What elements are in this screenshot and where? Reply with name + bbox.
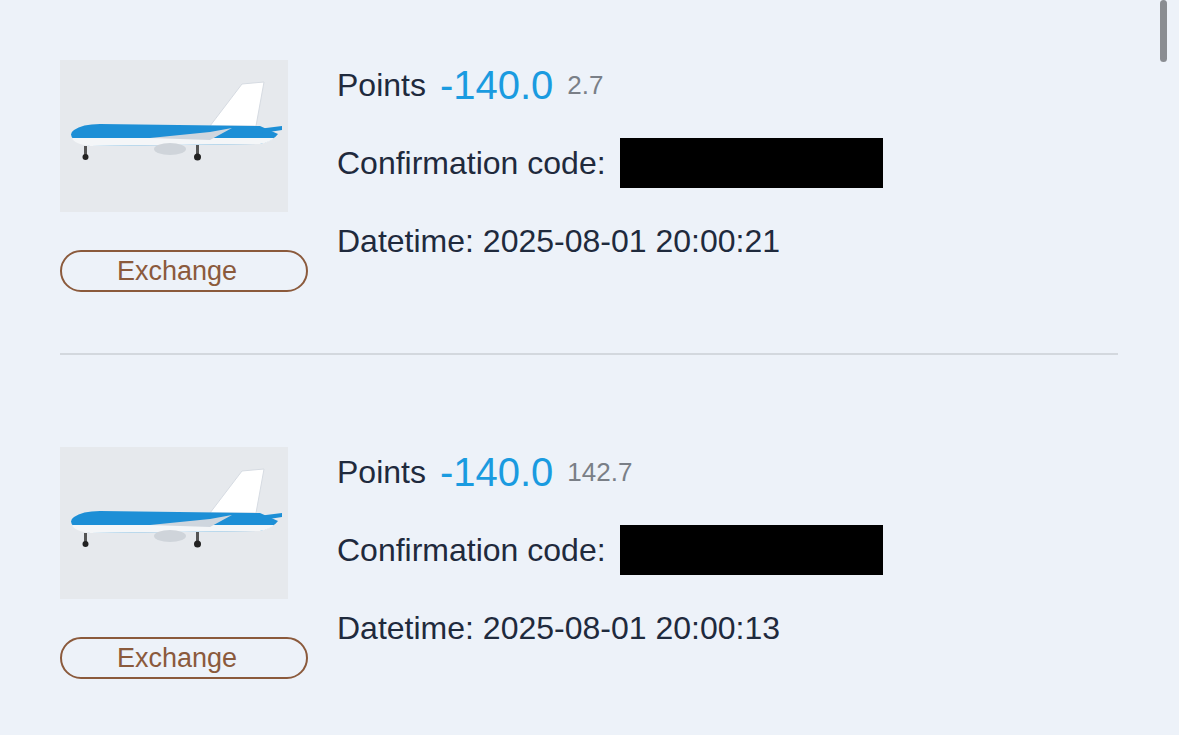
plane-photo [60, 447, 288, 599]
exchange-button[interactable]: Exchange [60, 250, 308, 292]
exchange-history: Exchange Points -140.0 2.7 Confirmation … [0, 0, 1179, 735]
redacted-box [620, 138, 883, 188]
record-left: Exchange [60, 447, 308, 679]
points-value: -140.0 [440, 63, 553, 108]
exchange-record: Exchange Points -140.0 142.7 Confirmatio… [60, 355, 1118, 679]
redacted-box [620, 525, 883, 575]
points-label: Points [337, 454, 426, 491]
airplane-icon [60, 447, 288, 599]
datetime-label: Datetime: 2025-08-01 20:00:13 [337, 610, 780, 647]
plane-photo [60, 60, 288, 212]
points-balance: 142.7 [567, 457, 632, 488]
points-value: -140.0 [440, 450, 553, 495]
airplane-icon [60, 60, 288, 212]
points-line: Points -140.0 2.7 [337, 60, 883, 110]
points-label: Points [337, 67, 426, 104]
record-info: Points -140.0 142.7 Confirmation code: D… [337, 447, 883, 679]
datetime-label: Datetime: 2025-08-01 20:00:21 [337, 223, 780, 260]
exchange-record: Exchange Points -140.0 2.7 Confirmation … [60, 0, 1118, 355]
datetime-line: Datetime: 2025-08-01 20:00:21 [337, 216, 883, 266]
confirmation-label: Confirmation code: [337, 532, 606, 569]
record-info: Points -140.0 2.7 Confirmation code: Dat… [337, 60, 883, 292]
exchange-button[interactable]: Exchange [60, 637, 308, 679]
confirmation-label: Confirmation code: [337, 145, 606, 182]
points-balance: 2.7 [567, 70, 603, 101]
datetime-line: Datetime: 2025-08-01 20:00:13 [337, 603, 883, 653]
scrollbar-thumb[interactable] [1160, 0, 1167, 62]
record-left: Exchange [60, 60, 308, 292]
points-line: Points -140.0 142.7 [337, 447, 883, 497]
confirmation-line: Confirmation code: [337, 525, 883, 575]
confirmation-line: Confirmation code: [337, 138, 883, 188]
